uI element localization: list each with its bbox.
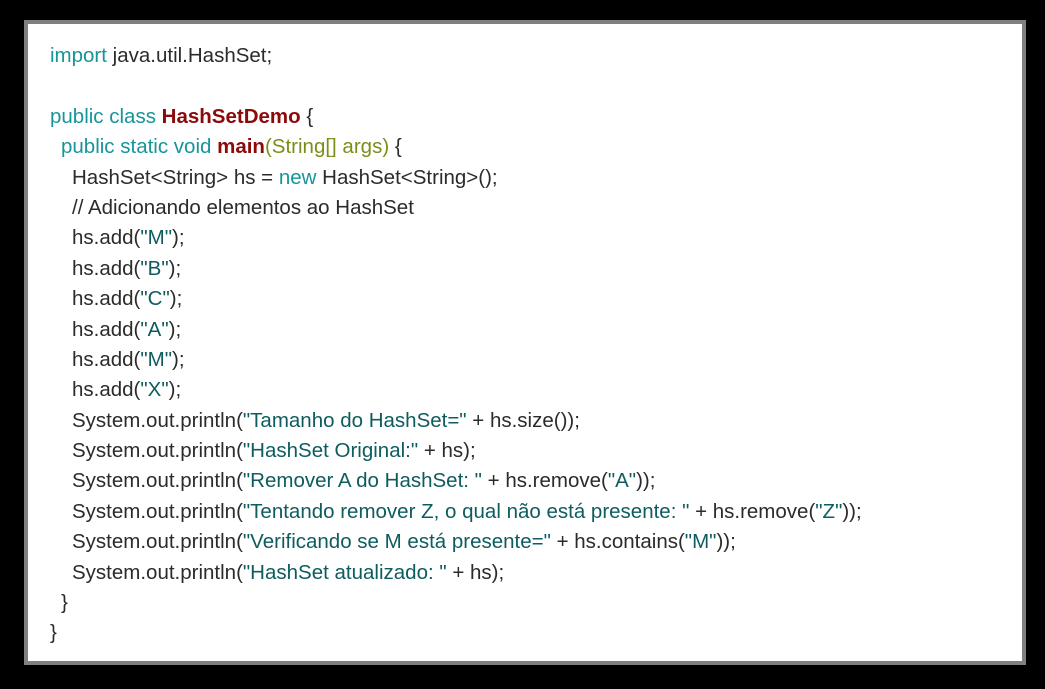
string-token: "Tamanho do HashSet=" [242,408,467,432]
code-token: System.out.println( [72,469,243,493]
code-token: HashSet<String> hs = [72,165,279,189]
keyword-token: public static void [61,135,218,159]
code-token: } [61,591,68,615]
string-token: "M" [140,226,173,250]
code-token: ); [168,317,182,341]
code-line-closing-brace: } [50,588,862,618]
method-name-token: main [217,135,265,159]
code-line-add: hs.add("M"); [50,223,862,253]
code-token: ); [168,378,182,402]
code-line-println: System.out.println("HashSet atualizado: … [50,558,862,588]
code-block: import java.util.HashSet; public class H… [50,41,862,649]
code-token: + hs.remove( [481,469,608,493]
code-token: )); [636,469,656,493]
code-line-main-declaration: public static void main(String[] args) { [50,132,862,162]
code-token: System.out.println( [72,530,243,554]
code-line-add: hs.add("X"); [50,375,862,405]
code-token: hs.add( [72,287,141,311]
code-token: + hs); [446,560,505,584]
code-line-comment: // Adicionando elementos ao HashSet [50,193,862,223]
code-line-println: System.out.println("Remover A do HashSet… [50,466,862,496]
code-token: hs.add( [72,226,141,250]
code-line-println: System.out.println("Tamanho do HashSet="… [50,406,862,436]
code-token: + hs.remove( [689,499,816,523]
code-token: System.out.println( [72,499,243,523]
code-token: + hs.size()); [466,408,580,432]
class-name-token: HashSetDemo [161,104,301,128]
code-line-println: System.out.println("HashSet Original:" +… [50,436,862,466]
code-token: System.out.println( [72,560,243,584]
code-line-closing-brace: } [50,618,862,648]
code-line-add: hs.add("M"); [50,345,862,375]
code-token: )); [716,530,736,554]
string-token: "Tentando remover Z, o qual não está pre… [242,499,690,523]
code-token: hs.add( [72,256,141,280]
code-token: hs.add( [72,347,141,371]
code-token: ); [169,287,183,311]
code-frame: import java.util.HashSet; public class H… [24,20,1026,665]
keyword-token: new [278,165,317,189]
code-line-println: System.out.println("Tentando remover Z, … [50,497,862,527]
code-token: java.util.HashSet; [106,44,273,67]
string-token: "M" [684,530,717,554]
code-line-class-declaration: public class HashSetDemo { [50,102,862,132]
parameter-token: (String[] args) [264,135,390,159]
string-token: "HashSet Original:" [242,439,419,463]
keyword-token: public class [50,104,162,128]
code-token: )); [842,499,862,523]
code-token: + hs.contains( [550,530,685,554]
code-token: System.out.println( [72,439,243,463]
string-token: "A" [140,317,169,341]
code-line-add: hs.add("A"); [50,315,862,345]
code-line-import: import java.util.HashSet; [50,41,862,71]
code-line-println: System.out.println("Verificando se M est… [50,527,862,557]
string-token: "B" [140,256,169,280]
string-token: "Remover A do HashSet: " [242,469,482,493]
string-token: "X" [140,378,169,402]
code-token: ); [168,256,182,280]
code-panel: import java.util.HashSet; public class H… [28,24,1022,661]
string-token: "Verificando se M está presente=" [242,530,551,554]
code-token: + hs); [418,439,476,463]
code-token: } [50,621,57,645]
code-line-hashset-init: HashSet<String> hs = new HashSet<String>… [50,163,862,193]
code-line-add: hs.add("C"); [50,284,862,314]
code-token: hs.add( [72,378,141,402]
comment-token: // Adicionando elementos ao HashSet [72,195,414,219]
code-token: System.out.println( [72,408,243,432]
keyword-token: import [50,44,107,67]
code-token: ); [172,347,185,371]
string-token: "C" [140,287,170,311]
code-line-add: hs.add("B"); [50,254,862,284]
code-token: ); [172,226,185,250]
code-token: { [389,135,402,159]
string-token: "HashSet atualizado: " [242,560,447,584]
code-token: hs.add( [72,317,141,341]
string-token: "A" [607,469,637,493]
code-token: HashSet<String>(); [316,165,498,189]
string-token: "Z" [815,499,843,523]
code-token: { [300,104,314,128]
string-token: "M" [140,347,173,371]
